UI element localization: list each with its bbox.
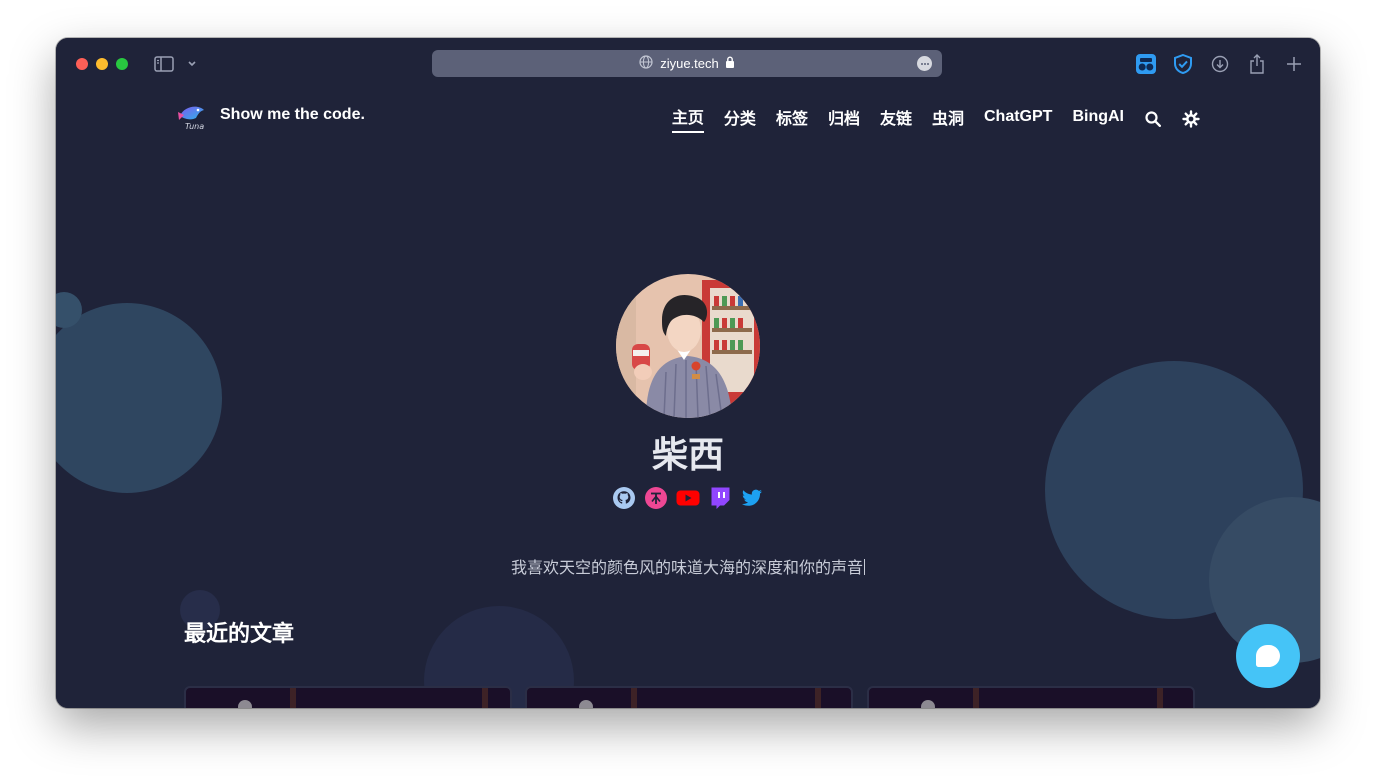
card-image-detail <box>238 700 252 708</box>
card-image-detail <box>921 700 935 708</box>
post-card[interactable] <box>867 686 1195 708</box>
post-card[interactable] <box>184 686 512 708</box>
nav-item-links[interactable]: 友链 <box>880 105 912 132</box>
nav-item-archives[interactable]: 归档 <box>828 105 860 132</box>
nav-item-categories[interactable]: 分类 <box>724 105 756 132</box>
profile-name: 柴西 <box>651 434 724 475</box>
site-logo[interactable]: Tuna <box>176 102 210 131</box>
avatar[interactable] <box>616 274 760 418</box>
card-image-detail <box>1157 688 1163 708</box>
search-icon[interactable] <box>1144 110 1162 128</box>
sidebar-icon[interactable] <box>152 52 176 76</box>
card-image-detail <box>973 688 979 708</box>
maximize-window-button[interactable] <box>116 58 128 70</box>
nav-item-home[interactable]: 主页 <box>671 104 704 133</box>
more-icon[interactable] <box>917 56 932 71</box>
shield-icon[interactable] <box>1171 52 1195 76</box>
nav-item-tags[interactable]: 标签 <box>776 105 808 132</box>
nav-item-wormhole[interactable]: 虫洞 <box>932 105 964 132</box>
page-content: Tuna Show me the code. 主页 分类 标签 归档 友链 虫洞… <box>56 90 1320 708</box>
tagline-text: 我喜欢天空的颜色风的味道大海的深度和你的声音 <box>510 560 863 577</box>
address-bar[interactable]: ziyue.tech <box>432 50 942 77</box>
globe-icon <box>639 55 653 72</box>
card-image-detail <box>482 688 488 708</box>
lock-icon <box>725 56 735 71</box>
nav-item-chatgpt[interactable]: ChatGPT <box>984 108 1052 129</box>
chevron-down-icon[interactable] <box>180 52 204 76</box>
profile-tagline: 我喜欢天空的颜色风的味道大海的深度和你的声音 <box>388 554 988 578</box>
chat-bubble-icon <box>1256 645 1280 667</box>
github-icon[interactable] <box>612 486 636 510</box>
nav-menu: 主页 分类 标签 归档 友链 虫洞 ChatGPT BingAI <box>652 104 1200 133</box>
site-name[interactable]: Show me the code. <box>220 106 365 124</box>
browser-window: ziyue.tech Tuna Show me the code. 主页 分类 … <box>56 38 1320 708</box>
download-icon[interactable] <box>1208 52 1232 76</box>
card-image-detail <box>290 688 296 708</box>
browser-titlebar: ziyue.tech <box>56 38 1320 90</box>
card-image-detail <box>579 700 593 708</box>
tab-extension-icon[interactable] <box>1134 52 1158 76</box>
svg-text:Tuna: Tuna <box>185 122 204 130</box>
tiktok-icon[interactable] <box>644 486 668 510</box>
plus-icon[interactable] <box>1282 52 1306 76</box>
url-text: ziyue.tech <box>660 56 719 71</box>
post-card[interactable] <box>525 686 853 708</box>
typing-cursor <box>864 559 865 575</box>
close-window-button[interactable] <box>76 58 88 70</box>
card-image-detail <box>631 688 637 708</box>
recent-posts-heading: 最近的文章 <box>184 621 295 646</box>
decor-bubble <box>56 303 222 493</box>
minimize-window-button[interactable] <box>96 58 108 70</box>
share-icon[interactable] <box>1245 52 1269 76</box>
site-navbar: Tuna Show me the code. 主页 分类 标签 归档 友链 虫洞… <box>56 90 1320 142</box>
youtube-icon[interactable] <box>676 486 700 510</box>
card-image-detail <box>815 688 821 708</box>
twitter-icon[interactable] <box>740 486 764 510</box>
social-links <box>612 486 772 510</box>
nav-item-bingai[interactable]: BingAI <box>1072 108 1124 129</box>
theme-toggle-icon[interactable] <box>1182 109 1200 128</box>
twitch-icon[interactable] <box>708 486 732 510</box>
chat-button[interactable] <box>1236 624 1300 688</box>
